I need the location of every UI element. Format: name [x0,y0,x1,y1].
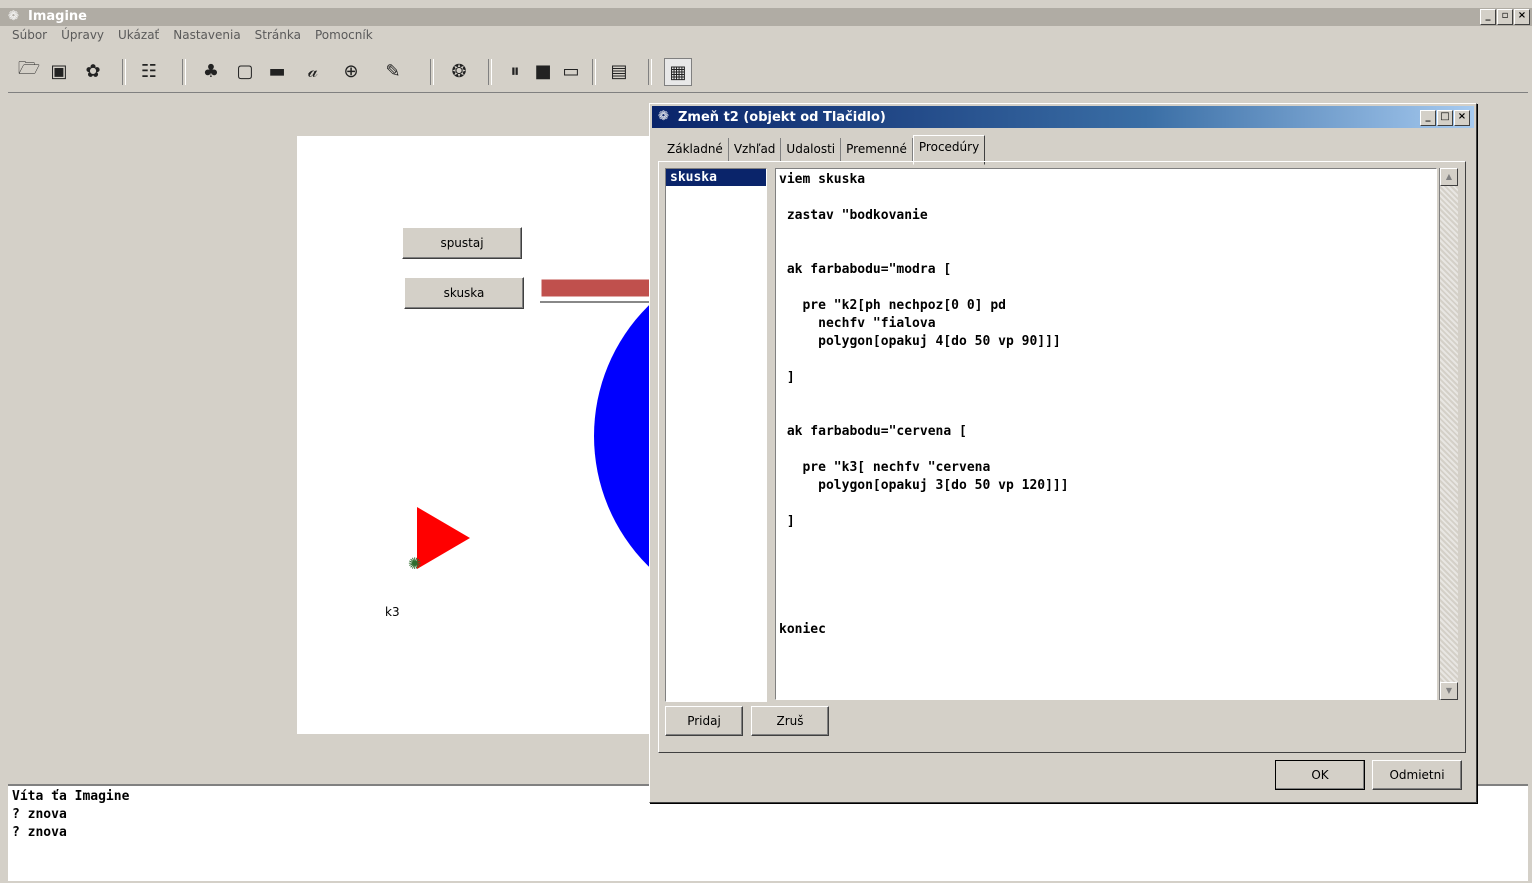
skuska-button[interactable]: skuska [404,277,524,309]
dialog-title: Zmeň t2 (objekt od Tlačidlo) [678,110,886,125]
menu-item-upravy[interactable]: Úpravy [61,28,104,48]
open-folder-icon[interactable]: 🗁 [16,58,42,84]
ok-button[interactable]: OK [1275,760,1365,790]
dialog-maximize-button[interactable]: □ [1437,110,1453,126]
procedure-item-skuska[interactable]: skuska [666,169,766,186]
stop-icon[interactable]: ■ [530,58,556,84]
list-icon[interactable]: ☷ [136,58,162,84]
code-editor[interactable]: viem skuska zastav "bodkovanie ak farbab… [775,168,1437,700]
menu-item-nastavenia[interactable]: Nastavenia [173,28,240,48]
menu-item-ukazat[interactable]: Ukázať [118,28,159,48]
tab-premenne[interactable]: Premenné [841,138,913,162]
tab-vzhlad[interactable]: Vzhľad [729,138,782,162]
cancel-button[interactable]: Odmietni [1372,760,1462,790]
pen-icon[interactable]: ✎ [380,58,406,84]
save-icon[interactable]: ▣ [46,58,72,84]
restore-button[interactable]: ▫ [1497,9,1513,25]
code-scrollbar[interactable]: ▲ ▼ [1439,168,1458,700]
console-line: ? znova [12,825,67,840]
toolbar: 🗁 ▣ ✿ ☷ ♣ ▢ ▬ 𝒶 ⊕ ✎ ❂ ⏸ ■ ▭ ▤ ▦ [10,56,700,88]
menu-bar: Súbor Úpravy Ukázať Nastavenia Stránka P… [0,28,373,48]
scroll-down-icon[interactable]: ▼ [1440,682,1458,700]
minimize-button[interactable]: _ [1480,9,1496,25]
app-title-bar: ❁ Imagine _ ▫ × [0,8,1532,26]
page-icon[interactable]: ▤ [606,58,632,84]
menu-item-stranka[interactable]: Stránka [255,28,301,48]
app-title: Imagine [28,9,87,24]
imagine-logo-icon: ❁ [8,9,19,24]
turtle-gear-icon[interactable]: ❂ [446,58,472,84]
tab-bar: Základné Vzhľad Udalosti Premenné Proced… [662,135,986,165]
turtle-props-icon[interactable]: ✿ [80,58,106,84]
remove-procedure-button[interactable]: Zruš [751,706,829,736]
tab-udalosti[interactable]: Udalosti [781,138,842,162]
pause-icon[interactable]: ⏸ [502,58,528,84]
rect-icon[interactable]: ▬ [264,58,290,84]
frame-icon[interactable]: ▢ [232,58,258,84]
imagine-logo-icon: ❁ [658,109,669,124]
turtle-icon[interactable]: ✺ [408,554,421,573]
tab-zakladne[interactable]: Základné [662,138,729,162]
close-button[interactable]: × [1514,9,1530,25]
change-object-dialog: ❁ Zmeň t2 (objekt od Tlačidlo) _ □ × Zák… [649,103,1477,803]
menu-item-pomocnik[interactable]: Pomocník [315,28,373,48]
turtle-icon[interactable]: ♣ [198,58,224,84]
run-icon[interactable]: ▭ [558,58,584,84]
menu-item-subor[interactable]: Súbor [12,28,47,48]
scroll-up-icon[interactable]: ▲ [1440,168,1458,186]
compass-icon[interactable]: ⊕ [338,58,364,84]
red-triangle [417,507,470,569]
add-procedure-button[interactable]: Pridaj [665,706,743,736]
page-canvas[interactable]: spustaj skuska ✺ k3 [297,136,651,734]
turtle-label: k3 [385,605,400,619]
dialog-close-button[interactable]: × [1454,110,1470,126]
dialog-minimize-button[interactable]: _ [1420,110,1436,126]
dialog-title-bar[interactable]: ❁ Zmeň t2 (objekt od Tlačidlo) _ □ × [652,106,1474,128]
procedures-panel: skuska viem skuska zastav "bodkovanie ak… [658,161,1466,753]
procedure-list[interactable]: skuska [665,168,767,702]
spustaj-button[interactable]: spustaj [402,227,522,259]
text-icon[interactable]: 𝒶 [300,58,326,84]
console-line: ? znova [12,807,67,822]
image-icon[interactable]: ▦ [664,58,692,86]
canvas-drawing [417,303,651,569]
